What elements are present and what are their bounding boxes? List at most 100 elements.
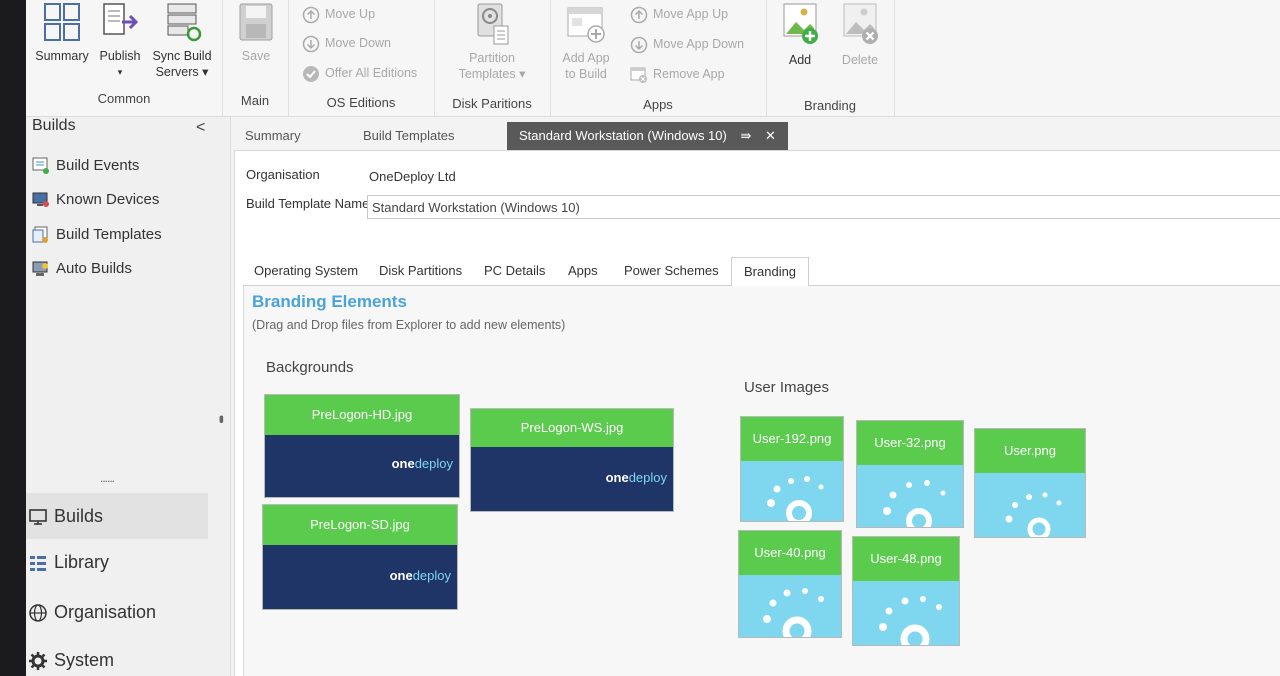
sidebar: Builds < Build Events Known Devices Buil… <box>26 117 231 676</box>
nav-label: Organisation <box>54 602 157 622</box>
add-app-label-1: Add App <box>562 51 610 65</box>
tab-standard-workstation[interactable]: Standard Workstation (Windows 10) ⇛ ✕ <box>507 122 788 150</box>
build-events-icon <box>32 157 49 175</box>
tile-filename: User-40.png <box>739 531 841 575</box>
user-image-tile[interactable]: User-48.png <box>852 536 960 646</box>
sidebar-item-build-events[interactable]: Build Events <box>32 155 139 177</box>
add-branding-button[interactable]: Add <box>770 2 830 68</box>
ribbon-group-label-apps: Apps <box>643 97 673 112</box>
tile-filename: User-32.png <box>857 421 963 465</box>
move-up-button[interactable]: Move Up <box>302 4 375 24</box>
active-tab-label: Standard Workstation (Windows 10) <box>519 128 727 143</box>
move-down-label: Move Down <box>325 36 391 50</box>
nav-label: Library <box>54 552 110 572</box>
add-app-label-2: to Build <box>565 67 607 81</box>
add-app-icon <box>567 7 605 43</box>
summary-button[interactable]: Summary <box>32 2 92 64</box>
known-devices-icon <box>32 192 49 208</box>
tile-filename: User-192.png <box>741 417 843 461</box>
summary-icon <box>44 3 80 41</box>
move-down-button[interactable]: Move Down <box>302 33 391 53</box>
build-template-name-input[interactable]: Standard Workstation (Windows 10) <box>367 195 1280 219</box>
disk-partition-icon <box>477 3 509 45</box>
user-avatar-icon <box>883 480 946 527</box>
tile-filename: PreLogon-WS.jpg <box>471 409 673 447</box>
background-tile[interactable]: PreLogon-WS.jpg onedeploy <box>470 408 674 512</box>
organisation-value: OneDeploy Ltd <box>369 169 456 184</box>
move-up-label: Move Up <box>325 7 376 21</box>
add-image-icon <box>783 3 818 44</box>
sync-label-2: Servers ▾ <box>155 65 209 79</box>
move-app-down-label: Move App Down <box>653 37 745 51</box>
tab-pc-details[interactable]: PC Details <box>484 259 545 283</box>
ribbon-group-disk: Partition Templates ▾ Disk Paritions <box>434 0 551 116</box>
ribbon-group-branding: Add Delete Branding <box>766 0 895 116</box>
sidebar-resize-grip[interactable]: ••• <box>214 415 230 421</box>
tile-filename: User-48.png <box>853 537 959 581</box>
nav-library[interactable]: Library <box>26 539 208 585</box>
ribbon-group-label-disk: Disk Paritions <box>452 96 532 111</box>
tab-build-templates[interactable]: Build Templates <box>363 122 455 150</box>
publish-button[interactable]: Publish ▾ <box>90 2 150 80</box>
remove-app-button[interactable]: Remove App <box>630 64 725 84</box>
servers-sync-icon <box>167 3 202 42</box>
pin-tab-icon[interactable]: ⇛ <box>740 128 751 143</box>
branding-hint: (Drag and Drop files from Explorer to ad… <box>252 318 566 332</box>
tab-power-schemes[interactable]: Power Schemes <box>624 259 719 283</box>
background-tile[interactable]: PreLogon-HD.jpg onedeploy <box>264 394 460 498</box>
sync-build-servers-button[interactable]: Sync Build Servers ▾ <box>152 2 212 80</box>
sub-tabs: Operating System Disk Partitions PC Deta… <box>243 255 1280 287</box>
user-avatar-icon <box>879 596 942 645</box>
nav-label: Builds <box>54 506 104 526</box>
offer-all-editions-button[interactable]: Offer All Editions <box>302 63 417 83</box>
tile-preview: onedeploy <box>471 447 673 511</box>
tab-branding[interactable]: Branding <box>731 257 810 287</box>
add-app-to-build-button[interactable]: Add App to Build <box>556 2 616 82</box>
tile-preview <box>857 465 963 527</box>
tile-preview <box>853 581 959 645</box>
check-circle-icon <box>303 65 319 82</box>
background-tile[interactable]: PreLogon-SD.jpg onedeploy <box>262 504 458 610</box>
delete-image-icon <box>843 3 878 44</box>
save-icon <box>239 3 273 41</box>
user-image-tile[interactable]: User-32.png <box>856 420 964 528</box>
user-avatar-icon <box>1005 492 1062 537</box>
sidebar-item-label: Build Templates <box>56 226 162 243</box>
onedeploy-logo: onedeploy <box>389 568 451 583</box>
user-image-tile[interactable]: User-192.png <box>740 416 844 522</box>
build-templates-icon <box>32 226 48 244</box>
move-app-up-button[interactable]: Move App Up <box>630 4 728 24</box>
nav-builds[interactable]: Builds <box>26 493 208 539</box>
nav-organisation[interactable]: Organisation <box>26 589 208 635</box>
delete-branding-button[interactable]: Delete <box>830 2 890 68</box>
partition-templates-button[interactable]: Partition Templates ▾ <box>456 2 528 82</box>
save-button[interactable]: Save <box>226 2 286 64</box>
nav-system[interactable]: System <box>26 637 208 676</box>
nav-label: System <box>54 650 115 670</box>
move-app-down-button[interactable]: Move App Down <box>630 34 744 54</box>
sidebar-item-label: Build Events <box>56 157 140 174</box>
user-image-tile[interactable]: User.png <box>974 428 1086 538</box>
app-window: Summary Publish ▾ Sync Build Servers ▾ C… <box>26 0 1280 676</box>
tab-summary[interactable]: Summary <box>245 122 301 150</box>
branding-panel: Branding Elements (Drag and Drop files f… <box>243 286 1280 676</box>
tab-apps[interactable]: Apps <box>568 259 598 283</box>
build-template-name-label: Build Template Name <box>246 196 370 211</box>
auto-builds-icon <box>32 261 48 277</box>
publish-icon <box>103 3 139 35</box>
tab-operating-system[interactable]: Operating System <box>254 259 358 283</box>
user-image-tile[interactable]: User-40.png <box>738 530 842 638</box>
offer-all-label: Offer All Editions <box>325 66 418 80</box>
tab-disk-partitions[interactable]: Disk Partitions <box>379 259 462 283</box>
collapse-sidebar-button[interactable]: < <box>196 119 205 137</box>
tile-filename: PreLogon-SD.jpg <box>263 505 457 545</box>
nav-splitter-grip[interactable]: ...... <box>100 471 115 485</box>
ribbon-group-label-branding: Branding <box>803 98 857 113</box>
arrow-up-circle-icon <box>630 6 648 23</box>
sidebar-item-build-templates[interactable]: Build Templates <box>32 224 162 246</box>
close-tab-icon[interactable]: ✕ <box>765 128 776 143</box>
tile-preview <box>975 473 1085 537</box>
tile-preview <box>741 461 843 521</box>
sidebar-item-auto-builds[interactable]: Auto Builds <box>32 258 132 280</box>
sidebar-item-known-devices[interactable]: Known Devices <box>32 189 159 211</box>
